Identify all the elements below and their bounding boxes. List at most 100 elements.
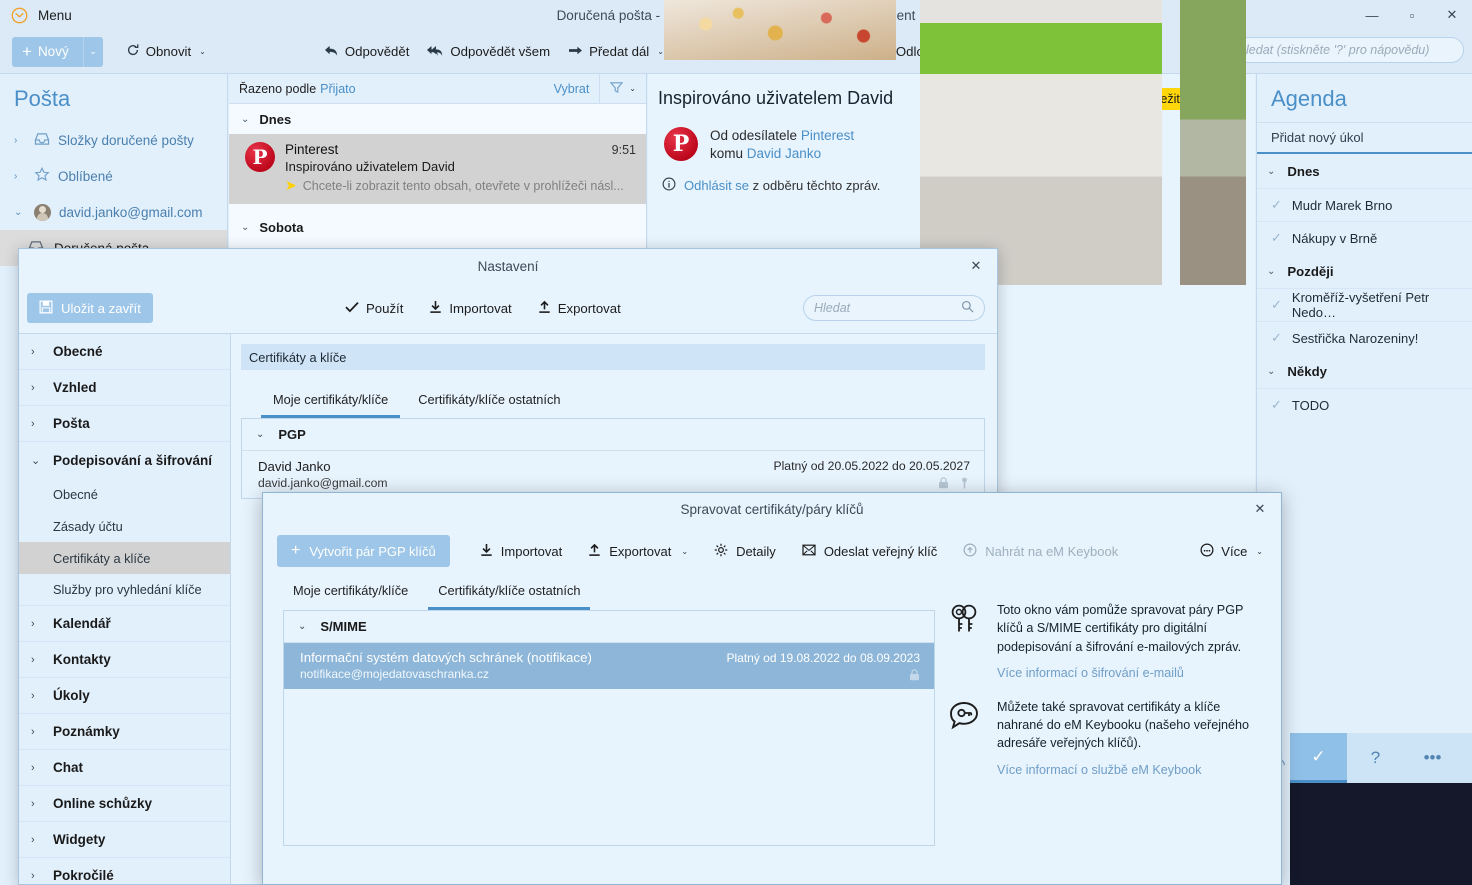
save-and-close-button[interactable]: Uložit a zavřít — [27, 293, 153, 323]
maximize-icon[interactable]: ▫ — [1392, 0, 1432, 30]
chevron-down-icon[interactable]: ⌄ — [14, 207, 26, 218]
close-icon[interactable]: ✕ — [963, 254, 989, 278]
chevron-right-icon[interactable]: › — [31, 654, 39, 666]
chevron-down-icon[interactable]: ⌄ — [241, 222, 249, 233]
forward-button[interactable]: Předat dál ⌄ — [559, 37, 673, 67]
close-icon[interactable]: ✕ — [1432, 0, 1472, 30]
chevron-right-icon[interactable]: › — [31, 418, 39, 430]
nav-group-posta[interactable]: › Pošta — [19, 406, 230, 442]
chevron-right-icon[interactable]: › — [31, 346, 39, 358]
nav-group-poznamky[interactable]: › Poznámky — [19, 714, 230, 750]
nav-group-podepisovani[interactable]: ⌄ Podepisování a šifrování — [19, 442, 230, 478]
check-icon[interactable]: ✓ — [1271, 397, 1282, 413]
help-icon[interactable]: ? — [1347, 733, 1404, 783]
agenda-task-item[interactable]: ✓ Mudr Marek Brno — [1257, 188, 1472, 221]
more-button[interactable]: Více ⌄ — [1200, 543, 1263, 560]
check-icon[interactable]: ✓ — [1271, 230, 1282, 246]
sidebar-item-inbox-folders[interactable]: › Složky doručené pošty — [0, 122, 227, 158]
tab-certifikaty-ostatnich[interactable]: Certifikáty/klíče ostatních — [406, 386, 572, 418]
sender-link[interactable]: Pinterest — [801, 128, 854, 143]
chevron-down-icon[interactable]: ⌄ — [657, 47, 664, 56]
nav-group-ukoly[interactable]: › Úkoly — [19, 678, 230, 714]
chevron-right-icon[interactable]: › — [14, 171, 26, 182]
filter-button[interactable]: ⌄ — [599, 74, 646, 104]
chevron-down-icon[interactable]: ⌄ — [256, 429, 264, 440]
minimize-icon[interactable]: — — [1352, 0, 1392, 30]
check-icon[interactable]: ✓ — [1271, 297, 1282, 313]
add-task-input[interactable]: Přidat nový úkol — [1257, 122, 1472, 154]
chevron-down-icon[interactable]: ⌄ — [241, 114, 249, 125]
chevron-right-icon[interactable]: › — [31, 798, 39, 810]
create-pgp-keypair-button[interactable]: + Vytvořit pár PGP klíčů — [277, 535, 450, 567]
reply-button[interactable]: Odpovědět — [315, 37, 419, 67]
agenda-group-nekdy[interactable]: ⌄ Někdy — [1257, 354, 1472, 388]
recipient-link[interactable]: David Janko — [747, 146, 821, 161]
agenda-group-pozdeji[interactable]: ⌄ Později — [1257, 254, 1472, 288]
chevron-right-icon[interactable]: › — [31, 618, 39, 630]
chevron-down-icon[interactable]: ⌄ — [1256, 547, 1263, 556]
nav-group-vzhled[interactable]: › Vzhled — [19, 370, 230, 406]
nav-item-zasady-uctu[interactable]: Zásady účtu — [19, 510, 230, 542]
chevron-down-icon[interactable]: ⌄ — [31, 454, 39, 467]
chevron-right-icon[interactable]: › — [31, 762, 39, 774]
cert-group-smime[interactable]: ⌄ S/MIME — [284, 611, 934, 643]
certificate-row[interactable]: David Janko david.janko@gmail.com Platný… — [242, 451, 984, 498]
chevron-right-icon[interactable]: › — [31, 382, 39, 394]
mail-list-item[interactable]: P Pinterest 9:51 Inspirováno uživatelem … — [229, 134, 646, 204]
nav-group-pokrocile[interactable]: › Pokročilé — [19, 858, 230, 884]
mail-group-header[interactable]: ⌄ Sobota — [229, 212, 646, 242]
close-icon[interactable]: ✕ — [1247, 497, 1273, 521]
agenda-group-dnes[interactable]: ⌄ Dnes — [1257, 154, 1472, 188]
apply-button[interactable]: Použít — [339, 293, 409, 323]
check-icon[interactable]: ✓ — [1271, 197, 1282, 213]
nav-item-sluzby-pro-vyhledani-klice[interactable]: Služby pro vyhledání klíče — [19, 574, 230, 606]
email-image-thumbnail[interactable] — [1180, 0, 1246, 285]
export-button[interactable]: Exportovat — [532, 293, 627, 323]
chevron-down-icon[interactable]: ⌄ — [199, 47, 206, 56]
chevron-down-icon[interactable]: ⌄ — [1267, 166, 1275, 177]
send-public-key-button[interactable]: Odeslat veřejný klíč — [792, 536, 947, 566]
chevron-right-icon[interactable]: › — [31, 870, 39, 882]
check-icon[interactable]: ✓ — [1271, 330, 1282, 346]
chevron-down-icon[interactable]: ⌄ — [1267, 266, 1275, 277]
sidebar-item-account[interactable]: ⌄ david.janko@gmail.com — [0, 194, 227, 230]
nav-group-online-schuzky[interactable]: › Online schůzky — [19, 786, 230, 822]
tasks-check-icon[interactable]: ✓ — [1290, 733, 1347, 783]
mail-group-header[interactable]: ⌄ Dnes — [229, 104, 646, 134]
chevron-right-icon[interactable]: › — [31, 690, 39, 702]
nav-group-kontakty[interactable]: › Kontakty — [19, 642, 230, 678]
nav-item-certifikaty-a-klice[interactable]: Certifikáty a klíče — [19, 542, 230, 574]
email-image-thumbnail[interactable] — [664, 0, 896, 60]
info-link-keybook[interactable]: Více informací o službě eM Keybook — [997, 763, 1261, 777]
tab-moje-certifikaty[interactable]: Moje certifikáty/klíče — [283, 577, 418, 610]
chevron-down-icon[interactable]: ⌄ — [629, 84, 636, 93]
certificate-row-selected[interactable]: Informační systém datových schránek (not… — [284, 643, 934, 689]
more-icon[interactable]: ••• — [1404, 733, 1461, 783]
export-button[interactable]: Exportovat ⌄ — [578, 536, 698, 566]
details-button[interactable]: Detaily — [704, 536, 786, 566]
info-link-encryption[interactable]: Více informací o šifrování e-mailů — [997, 666, 1261, 680]
chevron-down-icon[interactable]: ⌄ — [681, 547, 688, 556]
nav-group-kalendar[interactable]: › Kalendář — [19, 606, 230, 642]
nav-group-chat[interactable]: › Chat — [19, 750, 230, 786]
import-button[interactable]: Importovat — [423, 293, 517, 323]
refresh-button[interactable]: Obnovit ⌄ — [117, 37, 215, 67]
email-image-thumbnail[interactable] — [920, 0, 1162, 285]
agenda-task-item[interactable]: ✓ Sestřička Narozeniny! — [1257, 321, 1472, 354]
sidebar-item-favorites[interactable]: › Oblíbené — [0, 158, 227, 194]
agenda-task-item[interactable]: ✓ Nákupy v Brně — [1257, 221, 1472, 254]
menu-button[interactable]: Menu — [38, 8, 72, 23]
sort-value[interactable]: Přijato — [320, 82, 355, 96]
chevron-right-icon[interactable]: › — [14, 135, 26, 146]
agenda-task-item[interactable]: ✓ TODO — [1257, 388, 1472, 421]
tab-moje-certifikaty[interactable]: Moje certifikáty/klíče — [261, 386, 400, 418]
chevron-down-icon[interactable]: ⌄ — [298, 621, 306, 632]
nav-group-obecne[interactable]: › Obecné — [19, 334, 230, 370]
new-button[interactable]: + Nový ⌄ — [12, 37, 103, 67]
chevron-down-icon[interactable]: ⌄ — [1267, 366, 1275, 377]
reply-all-button[interactable]: Odpovědět všem — [418, 37, 559, 67]
settings-search-input[interactable]: Hledat — [803, 295, 985, 321]
new-dropdown-icon[interactable]: ⌄ — [83, 37, 103, 67]
chevron-right-icon[interactable]: › — [31, 834, 39, 846]
cert-group-pgp[interactable]: ⌄ PGP — [242, 419, 984, 451]
